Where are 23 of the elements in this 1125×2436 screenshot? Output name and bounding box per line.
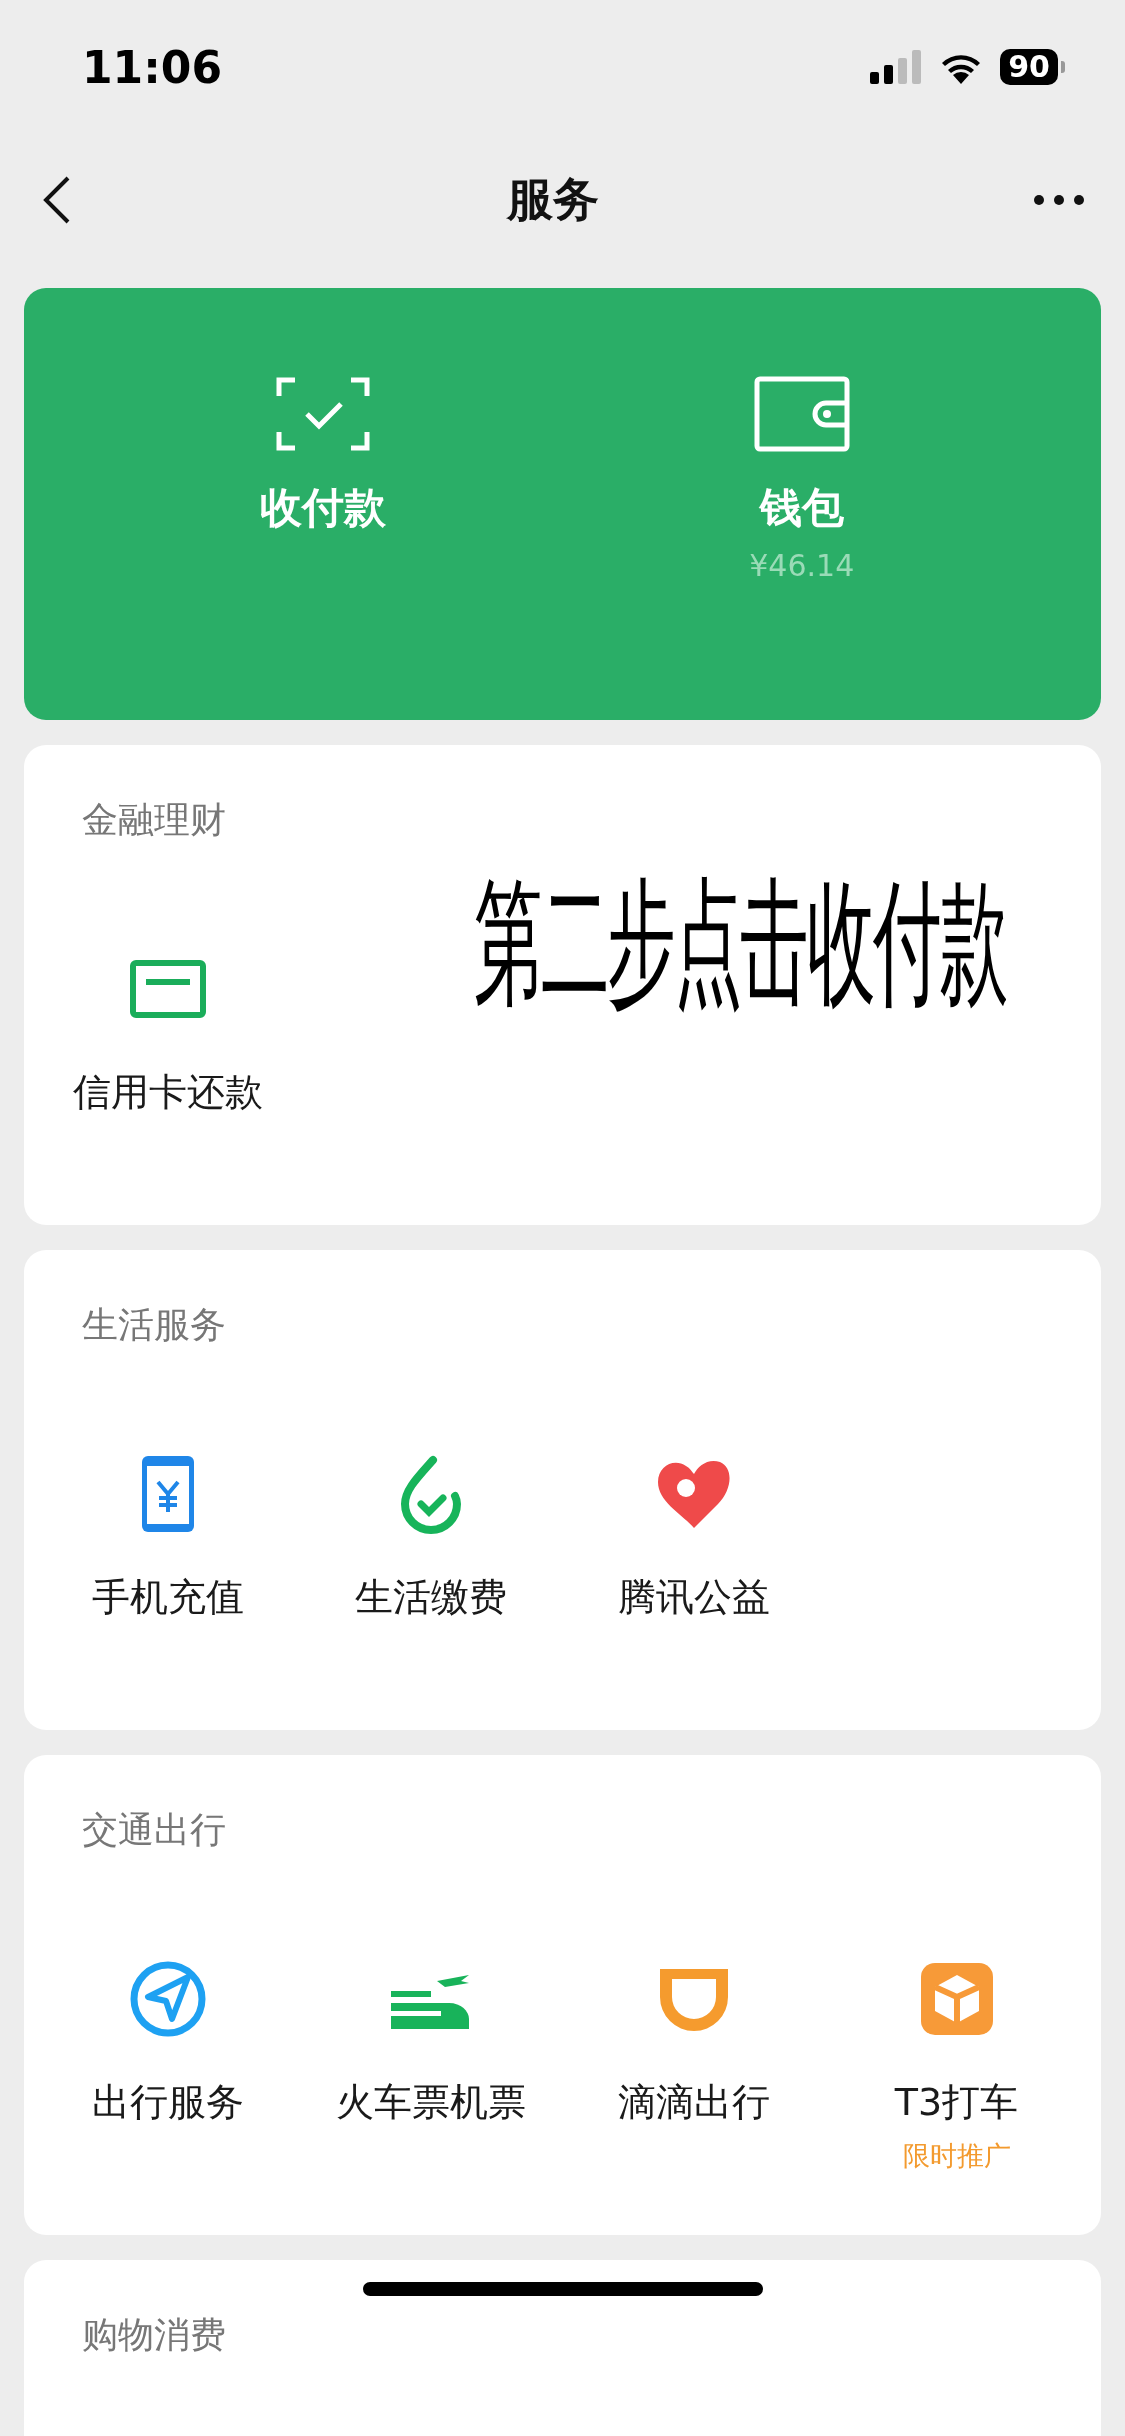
wallet-icon xyxy=(753,376,850,452)
phone-icon xyxy=(139,1454,196,1534)
service-item[interactable]: 腾讯公益 xyxy=(562,1452,825,1623)
service-item[interactable]: 滴滴出行 xyxy=(562,1957,825,2174)
section-title: 购物消费 xyxy=(82,2313,226,2357)
section-title: 交通出行 xyxy=(82,1808,226,1852)
battery-level: 90 xyxy=(1000,49,1058,85)
service-item[interactable]: 信用卡还款 xyxy=(36,947,299,1118)
cube-icon xyxy=(918,1961,995,2037)
scan-check-icon xyxy=(275,376,372,452)
page-title: 服务 xyxy=(506,171,599,228)
more-button[interactable] xyxy=(1033,194,1085,206)
service-item[interactable]: 生活缴费 xyxy=(299,1452,562,1623)
annotation-text: 第二步点击收付款 xyxy=(474,867,1006,1023)
card-icon xyxy=(127,957,208,1021)
service-item[interactable]: 火车票机票 xyxy=(299,1957,562,2174)
service-item[interactable]: 出行服务 xyxy=(36,1957,299,2174)
section-title: 生活服务 xyxy=(82,1303,226,1347)
status-time: 11:06 xyxy=(82,41,223,93)
signal-icon xyxy=(870,50,923,84)
section-title: 金融理财 xyxy=(82,798,226,842)
service-item[interactable]: T3打车 限时推广 xyxy=(825,1957,1088,2174)
service-item[interactable]: 手机充值 xyxy=(36,1452,299,1623)
